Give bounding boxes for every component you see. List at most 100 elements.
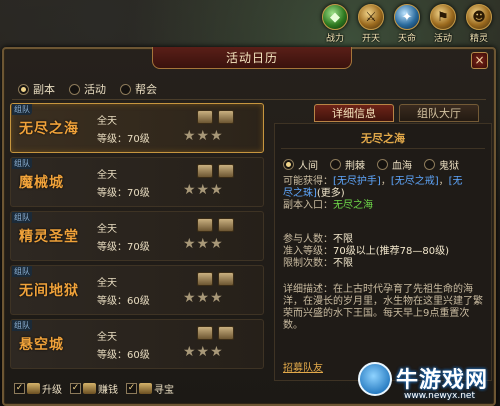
list-item[interactable]: 组队 无尽之海 全天 等级：70级 ★★★ (10, 103, 264, 153)
filter-label: 寻宝 (154, 385, 174, 396)
category-guild[interactable]: 帮会 (120, 81, 157, 97)
recruit-teammates-link[interactable]: 招募队友 (283, 359, 323, 374)
category-dungeon[interactable]: 副本 (18, 81, 55, 97)
entry-level-label: 准入等级： (283, 246, 333, 257)
players-label: 参与人数： (283, 234, 333, 245)
dungeon-level: 等级：70级 (97, 134, 150, 145)
list-item[interactable]: 组队 悬空城 全天 等级：60级 ★★★ (10, 319, 264, 369)
rewards-info: 可能获得：[无尽护手]，[无尽之戒]，[无 尽之珠](更多) 副本入口：无尽之海 (283, 176, 463, 211)
dungeon-name: 悬空城 (19, 337, 64, 353)
reward-link[interactable]: [无 (449, 176, 463, 187)
dungeon-time: 全天 (97, 224, 117, 235)
filter-levelup[interactable]: ✓ 升级 (14, 381, 62, 396)
dungeon-time: 全天 (97, 278, 117, 289)
description: 详细描述：在上古时代孕育了先祖生命的海洋，在漫长的岁月里，水生物在这里兴建了繁荣… (283, 284, 487, 332)
hud-destiny[interactable]: ✦ 天命 (392, 4, 422, 44)
dungeon-level: 等级：70级 (97, 188, 150, 199)
activity-calendar-window: 活动日历 × 副本 活动 帮会 组队 无尽之海 全天 等级：70级 ★★★ 组队… (2, 47, 496, 406)
difficulty-thorn[interactable]: 荆棘 (330, 157, 365, 172)
difficulty-stars: ★★★ (183, 290, 224, 306)
limit-value: 不限 (333, 258, 353, 269)
filter-label: 升级 (42, 385, 62, 396)
dungeon-time: 全天 (97, 116, 117, 127)
difficulty-human[interactable]: 人间 (283, 157, 318, 172)
limit-label: 限制次数： (283, 258, 333, 269)
tab-team-hall[interactable]: 组队大厅 (399, 104, 479, 122)
list-item[interactable]: 组队 精灵圣堂 全天 等级：70级 ★★★ (10, 211, 264, 261)
tab-detail-info[interactable]: 详细信息 (314, 104, 394, 122)
reward-item-icon[interactable] (218, 272, 234, 286)
list-item[interactable]: 组队 魔械城 全天 等级：70级 ★★★ (10, 157, 264, 207)
hud-label: 精灵 (469, 34, 488, 44)
radio-label: 活动 (84, 83, 106, 96)
levelup-icon (27, 383, 40, 394)
checkbox-icon: ✓ (14, 383, 25, 394)
reward-link[interactable]: 尽之珠] (283, 188, 317, 199)
difficulty-ghostprison[interactable]: 鬼狱 (424, 157, 459, 172)
radio-icon (377, 159, 388, 170)
reward-item-icon[interactable] (218, 110, 234, 124)
team-tag: 组队 (12, 212, 32, 223)
reward-link[interactable]: [无尽护手] (333, 176, 381, 187)
reward-icons (197, 272, 234, 286)
dungeon-level: 等级：60级 (97, 350, 150, 361)
reward-item-icon[interactable] (197, 164, 213, 178)
difficulty-stars: ★★★ (183, 344, 224, 360)
reward-icons (197, 164, 234, 178)
reward-item-icon[interactable] (218, 326, 234, 340)
reward-link[interactable]: [无尽之戒] (391, 176, 439, 187)
requirements-info: 参与人数：不限 准入等级：70级以上(推荐78—80级) 限制次数：不限 (283, 234, 449, 270)
difficulty-stars: ★★★ (183, 182, 224, 198)
team-tag: 组队 (12, 266, 32, 277)
team-tag: 组队 (12, 158, 32, 169)
reward-item-icon[interactable] (197, 110, 213, 124)
radio-label: 人间 (298, 161, 318, 172)
close-button[interactable]: × (471, 52, 488, 69)
radio-label: 血海 (392, 161, 412, 172)
divider (281, 148, 485, 149)
window-title: 活动日历 (225, 51, 278, 65)
radio-icon (69, 83, 80, 95)
watermark-text: 牛游戏网 (396, 368, 489, 393)
reward-item-icon[interactable] (218, 164, 234, 178)
dungeon-time: 全天 (97, 332, 117, 343)
detail-panel: 无尽之海 人间 荆棘 血海 鬼狱 可能获得：[无尽护手]，[无尽之戒]，[无 尽… (274, 123, 492, 381)
kaitian-icon: ⚔ (358, 4, 384, 30)
team-tag: 组队 (12, 104, 32, 115)
list-item[interactable]: 组队 无间地狱 全天 等级：60级 ★★★ (10, 265, 264, 315)
filter-checkboxes: ✓ 升级 ✓ 赚钱 ✓ 寻宝 (14, 381, 174, 396)
money-icon (83, 383, 96, 394)
destiny-icon: ✦ (394, 4, 420, 30)
team-tag: 组队 (12, 320, 32, 331)
dungeon-name: 无间地狱 (19, 283, 79, 299)
desc-label: 详细描述： (283, 284, 333, 295)
divider (12, 99, 486, 100)
more-link[interactable]: (更多) (317, 188, 345, 199)
radio-icon (283, 159, 294, 170)
difficulty-stars: ★★★ (183, 236, 224, 252)
entry-link[interactable]: 无尽之海 (333, 200, 373, 211)
dungeon-list: 组队 无尽之海 全天 等级：70级 ★★★ 组队 魔械城 全天 等级：70级 ★… (10, 103, 268, 381)
treasure-icon (139, 383, 152, 394)
reward-item-icon[interactable] (197, 218, 213, 232)
filter-treasure[interactable]: ✓ 寻宝 (126, 381, 174, 396)
category-activity[interactable]: 活动 (69, 81, 106, 97)
radio-icon (120, 83, 131, 95)
reward-item-icon[interactable] (197, 326, 213, 340)
radio-label: 帮会 (135, 83, 157, 96)
difficulty-bloodsea[interactable]: 血海 (377, 157, 412, 172)
hud-label: 战力 (325, 34, 344, 44)
hud-spirit[interactable]: ☻ 精灵 (464, 4, 494, 44)
window-title-plate: 活动日历 (152, 47, 352, 69)
reward-item-icon[interactable] (197, 272, 213, 286)
reward-item-icon[interactable] (218, 218, 234, 232)
hud-kaitian[interactable]: ⚔ 开天 (356, 4, 386, 44)
hud-power[interactable]: ◆ 战力 (320, 4, 350, 44)
top-hud: ◆ 战力 ⚔ 开天 ✦ 天命 ⚑ 活动 ☻ 精灵 (320, 4, 494, 44)
entry-level-value: 70级以上(推荐78—80级) (333, 246, 449, 257)
reward-icons (197, 110, 234, 124)
filter-money[interactable]: ✓ 赚钱 (70, 381, 118, 396)
hud-activity[interactable]: ⚑ 活动 (428, 4, 458, 44)
filter-label: 赚钱 (98, 385, 118, 396)
activity-icon: ⚑ (430, 4, 456, 30)
